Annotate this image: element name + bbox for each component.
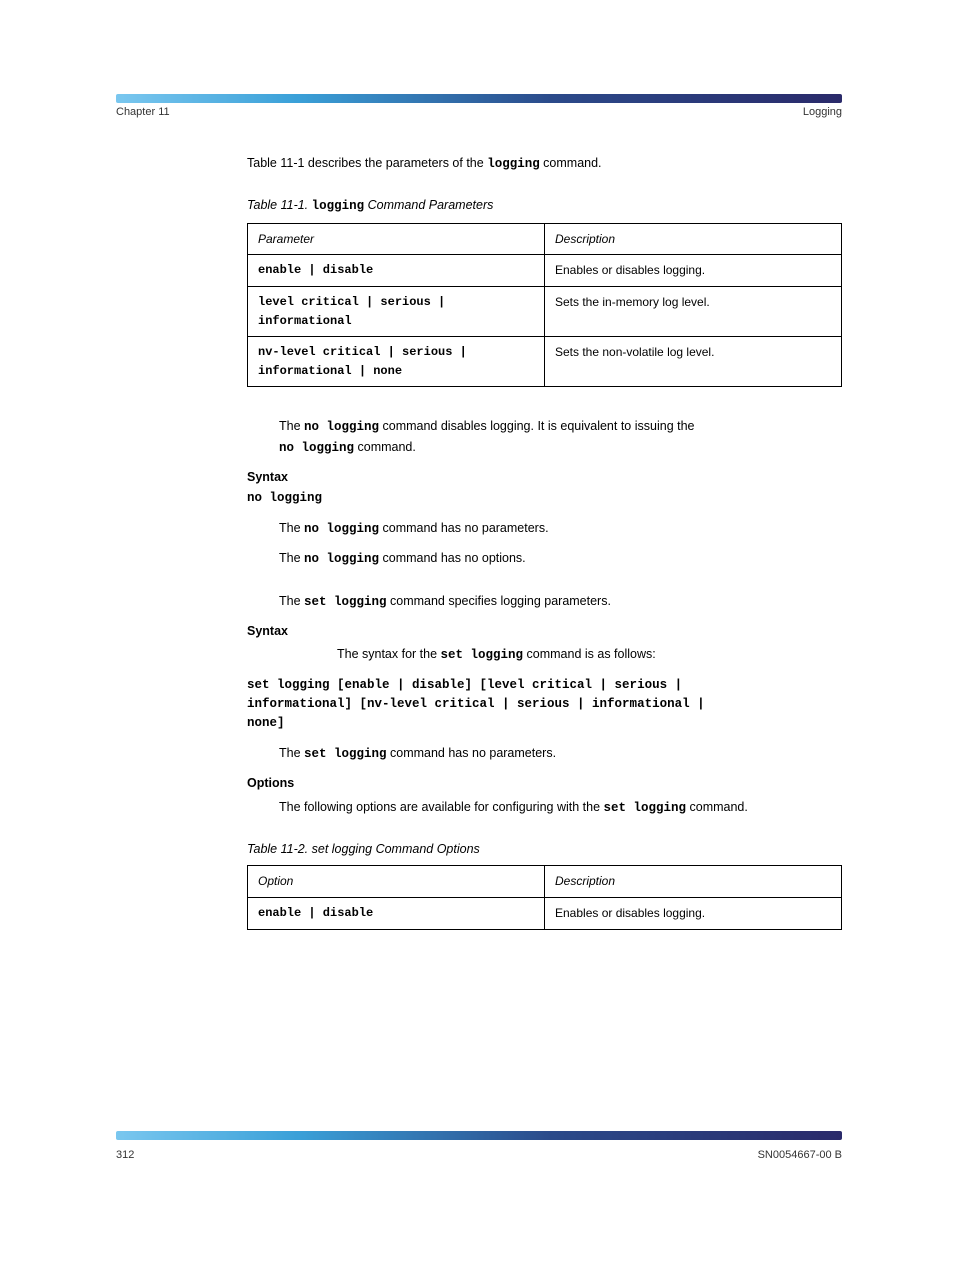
table-set-logging-options: Option Description enable | disable Enab… (247, 865, 842, 929)
page-number: 312 (116, 1147, 134, 1164)
table-logging-params: Parameter Description enable | disable E… (247, 223, 842, 388)
no-logging-options: The no logging command has no options. (247, 549, 842, 569)
set-logging-syntax: set logging [enable | disable] [level cr… (247, 676, 707, 734)
no-logging-params: The no logging command has no parameters… (247, 519, 842, 539)
set-logging-desc: The set logging command specifies loggin… (247, 592, 842, 612)
page: Chapter 11 Logging Table 11-1 describes … (0, 0, 954, 1272)
content: Table 11-1 describes the parameters of t… (247, 150, 842, 948)
set-logging-params: The set logging command has no parameter… (247, 744, 842, 764)
table-row: enable | disable Enables or disables log… (248, 897, 842, 929)
syntax-label-2: Syntax (247, 622, 842, 641)
options-label: Options (247, 774, 842, 793)
cmd-no-logging: no logging (304, 420, 379, 434)
cmd-logging: logging (487, 157, 540, 171)
table2-caption: Table 11-2. set logging Command Options (247, 840, 842, 859)
table1-caption: Table 11-1. logging Command Parameters (247, 196, 842, 216)
header-rule (116, 94, 842, 103)
th-description: Description (545, 223, 842, 255)
no-logging-desc: The no logging command disables logging.… (247, 417, 842, 458)
cmd-set-logging: set logging (304, 595, 387, 609)
running-header: Chapter 11 Logging (116, 104, 842, 121)
table-header-row: Parameter Description (248, 223, 842, 255)
intro-paragraph: Table 11-1 describes the parameters of t… (247, 154, 842, 174)
th-description: Description (545, 866, 842, 898)
header-left: Chapter 11 (116, 104, 170, 121)
header-right: Logging (803, 104, 842, 121)
table-header-row: Option Description (248, 866, 842, 898)
doc-id: SN0054667-00 B (758, 1147, 842, 1164)
syntax-label: Syntax (247, 468, 842, 487)
th-option: Option (248, 866, 545, 898)
table-row: enable | disable Enables or disables log… (248, 255, 842, 287)
table-row: level critical | serious | informational… (248, 286, 842, 336)
footer-rule (116, 1131, 842, 1140)
th-parameter: Parameter (248, 223, 545, 255)
no-logging-syntax: no logging (247, 489, 842, 508)
set-logging-options-desc: The following options are available for … (247, 798, 842, 818)
table-row: nv-level critical | serious | informatio… (248, 337, 842, 387)
set-logging-syntax-label: The syntax for the set logging command i… (247, 645, 842, 665)
running-footer: 312 SN0054667-00 B (116, 1147, 842, 1164)
